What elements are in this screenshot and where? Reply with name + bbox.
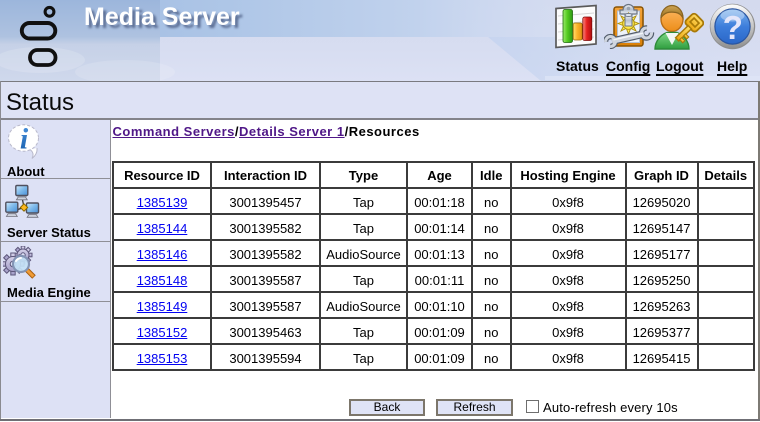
svg-text:i: i [20,124,29,156]
svg-text:?: ? [723,9,743,46]
